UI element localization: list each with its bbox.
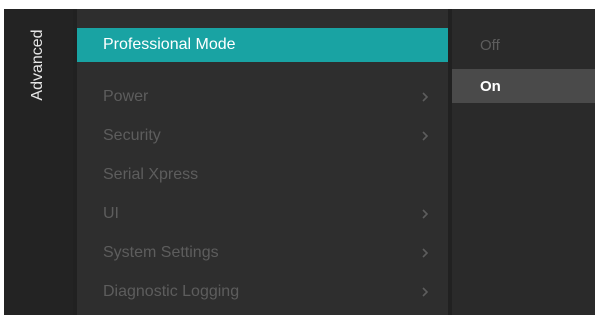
menu-item-system-settings[interactable]: System Settings bbox=[77, 236, 448, 270]
chevron-right-icon bbox=[422, 92, 429, 102]
menu-item-label: UI bbox=[103, 205, 119, 222]
menu-item-serial-xpress[interactable]: Serial Xpress bbox=[77, 158, 448, 192]
menu-item-label: Diagnostic Logging bbox=[103, 283, 240, 300]
advanced-menu: Professional Mode Power Security Serial … bbox=[77, 9, 448, 315]
menu-item-power[interactable]: Power bbox=[77, 80, 448, 114]
menu-item-label: Professional Mode bbox=[103, 36, 236, 53]
chevron-right-icon bbox=[422, 248, 429, 258]
settings-screen: Advanced Professional Mode Power Securit… bbox=[4, 9, 595, 315]
menu-item-label: Security bbox=[103, 127, 161, 144]
chevron-right-icon bbox=[422, 209, 429, 219]
menu-item-label: System Settings bbox=[103, 244, 219, 261]
menu-item-label: Power bbox=[103, 88, 149, 105]
option-list: Off On bbox=[452, 9, 595, 315]
chevron-right-icon bbox=[422, 287, 429, 297]
option-label: Off bbox=[480, 36, 500, 54]
menu-item-label: Serial Xpress bbox=[103, 166, 199, 183]
menu-item-diagnostic-logging[interactable]: Diagnostic Logging bbox=[77, 275, 448, 309]
section-title: Advanced bbox=[29, 29, 46, 101]
option-label: On bbox=[480, 77, 501, 95]
chevron-right-icon bbox=[422, 131, 429, 141]
menu-item-ui[interactable]: UI bbox=[77, 197, 448, 231]
option-off[interactable]: Off bbox=[452, 28, 595, 62]
menu-item-security[interactable]: Security bbox=[77, 119, 448, 153]
menu-item-professional-mode[interactable]: Professional Mode bbox=[77, 28, 448, 62]
option-on[interactable]: On bbox=[452, 69, 595, 103]
side-panel: Advanced bbox=[4, 9, 73, 315]
